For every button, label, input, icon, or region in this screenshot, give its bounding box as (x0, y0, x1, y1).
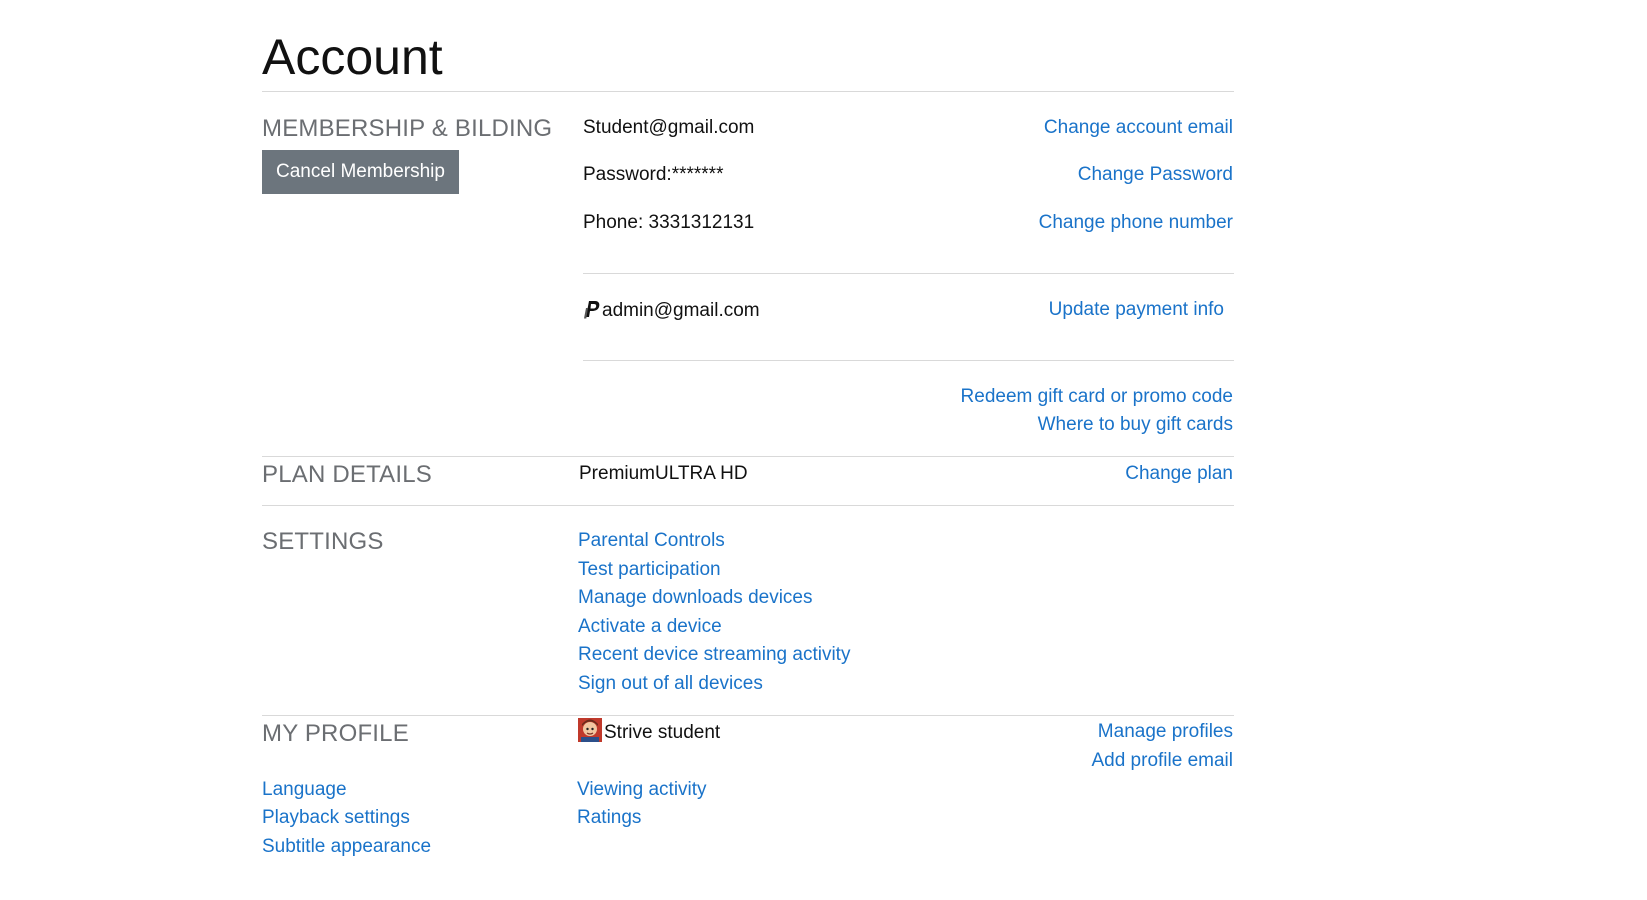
account-phone: Phone: 3331312131 (583, 212, 755, 233)
update-payment-link[interactable]: Update payment info (1049, 299, 1224, 321)
change-plan-link[interactable]: Change plan (1125, 463, 1233, 485)
change-phone-link[interactable]: Change phone number (1039, 212, 1233, 234)
add-profile-email-link[interactable]: Add profile email (1091, 750, 1233, 772)
playback-settings-link[interactable]: Playback settings (262, 807, 410, 829)
subtitle-appearance-link[interactable]: Subtitle appearance (262, 836, 431, 858)
test-participation-link[interactable]: Test participation (578, 559, 721, 581)
account-password: Password:******* (583, 164, 724, 185)
profile-name: Strive student (604, 722, 721, 743)
avatar (578, 718, 602, 742)
page-title: Account (262, 29, 443, 85)
title-divider (262, 91, 1234, 92)
membership-divider-2 (583, 360, 1234, 361)
language-link[interactable]: Language (262, 779, 347, 801)
paypal-icon (583, 299, 601, 319)
cancel-membership-button[interactable]: Cancel Membership (262, 150, 459, 194)
account-email: Student@gmail.com (583, 117, 755, 138)
plan-name: PremiumULTRA HD (579, 463, 748, 484)
payment-email: admin@gmail.com (602, 300, 760, 321)
profile-entry: Strive student (578, 718, 720, 744)
where-to-buy-gift-cards-link[interactable]: Where to buy gift cards (1038, 414, 1233, 436)
plan-section-title: PLAN DETAILS (262, 461, 433, 488)
settings-section-title: SETTINGS (262, 528, 384, 555)
membership-section-title: MEMBERSHIP & BILDING (262, 115, 553, 142)
plan-divider-top (262, 456, 1234, 457)
profile-divider-top (262, 715, 1234, 716)
activate-device-link[interactable]: Activate a device (578, 616, 722, 638)
sign-out-all-devices-link[interactable]: Sign out of all devices (578, 673, 763, 695)
change-account-email-link[interactable]: Change account email (1044, 117, 1233, 139)
recent-streaming-activity-link[interactable]: Recent device streaming activity (578, 644, 850, 666)
membership-divider-1 (583, 273, 1234, 274)
manage-download-devices-link[interactable]: Manage downloads devices (578, 587, 813, 609)
ratings-link[interactable]: Ratings (577, 807, 641, 829)
viewing-activity-link[interactable]: Viewing activity (577, 779, 707, 801)
change-password-link[interactable]: Change Password (1078, 164, 1233, 186)
profile-section-title: MY PROFILE (262, 720, 409, 747)
payment-method: admin@gmail.com (583, 299, 760, 322)
parental-controls-link[interactable]: Parental Controls (578, 530, 725, 552)
redeem-gift-card-link[interactable]: Redeem gift card or promo code (961, 386, 1233, 408)
manage-profiles-link[interactable]: Manage profiles (1098, 721, 1233, 743)
settings-divider-top (262, 505, 1234, 506)
